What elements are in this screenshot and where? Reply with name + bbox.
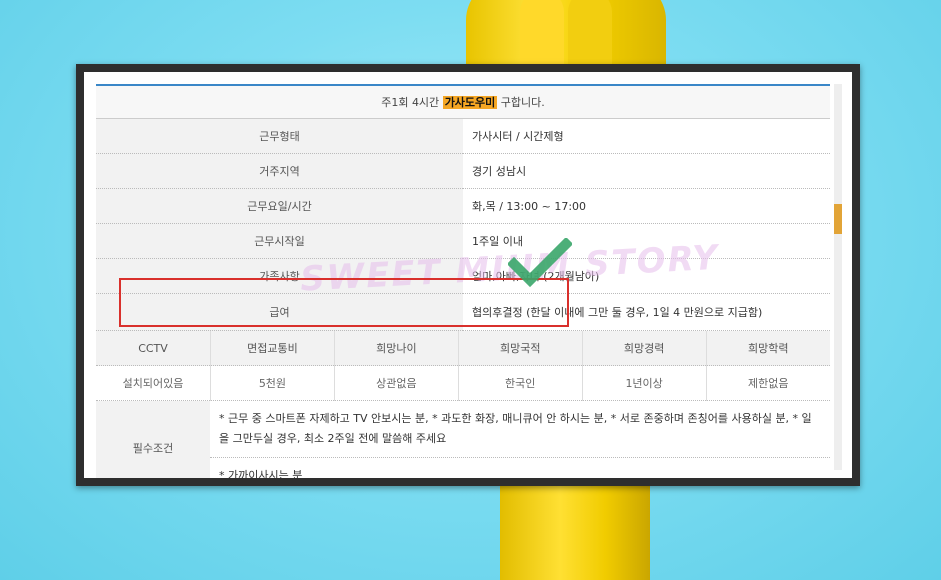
row-label-salary: 급여: [96, 293, 463, 331]
grid-header-experience: 희망경력: [582, 331, 707, 366]
requirements-extra: * 가까이사시는 분: [210, 457, 830, 478]
grid-value-experience: 1년이상: [582, 365, 707, 401]
table-row: 거주지역 경기 성남시: [96, 153, 830, 189]
requirements-table: 필수조건 * 근무 중 스마트폰 자제하고 TV 안보시는 분, * 과도한 화…: [96, 401, 830, 478]
grid-value-age: 상관없음: [334, 365, 459, 401]
grid-value-education: 제한없음: [706, 365, 830, 401]
listing-title-row: 주1회 4시간 가사도우미 구합니다.: [96, 86, 830, 119]
scrollbar-thumb[interactable]: [834, 204, 842, 234]
grid-value-row: 설치되어있음 5천원 상관없음 한국인 1년이상 제한없음: [96, 365, 830, 401]
row-value-work-type: 가사시터 / 시간제형: [463, 118, 830, 154]
grid-header-age: 희망나이: [334, 331, 459, 366]
table-row: 급여 협의후결정 (한달 이내에 그만 둘 경우, 1일 4 만원으로 지급함): [96, 293, 830, 331]
requirements-label: 필수조건: [96, 401, 210, 478]
row-value-family: 엄마,아빠,자녀 (2개월남아): [463, 258, 830, 294]
row-label-work-type: 근무형태: [96, 118, 463, 154]
scrollbar[interactable]: [834, 84, 842, 470]
title-prefix: 주1회 4시간: [381, 96, 440, 109]
job-listing-screen: 주1회 4시간 가사도우미 구합니다. 근무형태 가사시터 / 시간제형 거주지…: [96, 84, 830, 478]
row-label-start-date: 근무시작일: [96, 223, 463, 259]
row-value-schedule: 화,목 / 13:00 ~ 17:00: [463, 188, 830, 224]
grid-header-nationality: 희망국적: [458, 331, 583, 366]
frame-inner: 주1회 4시간 가사도우미 구합니다. 근무형태 가사시터 / 시간제형 거주지…: [84, 72, 852, 478]
preference-grid: CCTV 면접교통비 희망나이 희망국적 희망경력 희망학력 설치되어있음 5천…: [96, 331, 830, 401]
requirements-text: * 근무 중 스마트폰 자제하고 TV 안보시는 분, * 과도한 화장, 매니…: [210, 401, 830, 458]
row-value-region: 경기 성남시: [463, 153, 830, 189]
row-value-salary: 협의후결정 (한달 이내에 그만 둘 경우, 1일 4 만원으로 지급함): [463, 293, 830, 331]
table-row: 근무시작일 1주일 이내: [96, 223, 830, 259]
table-row: 근무요일/시간 화,목 / 13:00 ~ 17:00: [96, 188, 830, 224]
table-row: 필수조건 * 근무 중 스마트폰 자제하고 TV 안보시는 분, * 과도한 화…: [96, 401, 830, 478]
title-suffix: 구합니다.: [500, 96, 545, 109]
row-label-family: 가족사항: [96, 258, 463, 294]
row-label-schedule: 근무요일/시간: [96, 188, 463, 224]
grid-header-row: CCTV 면접교통비 희망나이 희망국적 희망경력 희망학력: [96, 331, 830, 366]
table-row: 가족사항 엄마,아빠,자녀 (2개월남아): [96, 258, 830, 294]
grid-header-cctv: CCTV: [96, 331, 211, 366]
glove-wrist: [500, 470, 650, 580]
grid-value-nationality: 한국인: [458, 365, 583, 401]
grid-header-transport: 면접교통비: [210, 331, 335, 366]
grid-value-cctv: 설치되어있음: [96, 365, 211, 401]
listing-table: 주1회 4시간 가사도우미 구합니다. 근무형태 가사시터 / 시간제형 거주지…: [96, 86, 830, 331]
table-row: 근무형태 가사시터 / 시간제형: [96, 118, 830, 154]
grid-header-education: 희망학력: [706, 331, 830, 366]
row-label-region: 거주지역: [96, 153, 463, 189]
monitor-frame: 주1회 4시간 가사도우미 구합니다. 근무형태 가사시터 / 시간제형 거주지…: [76, 64, 860, 486]
listing-title: 주1회 4시간 가사도우미 구합니다.: [96, 86, 830, 119]
grid-value-transport: 5천원: [210, 365, 335, 401]
row-value-start-date: 1주일 이내: [463, 223, 830, 259]
title-highlight: 가사도우미: [442, 96, 498, 109]
